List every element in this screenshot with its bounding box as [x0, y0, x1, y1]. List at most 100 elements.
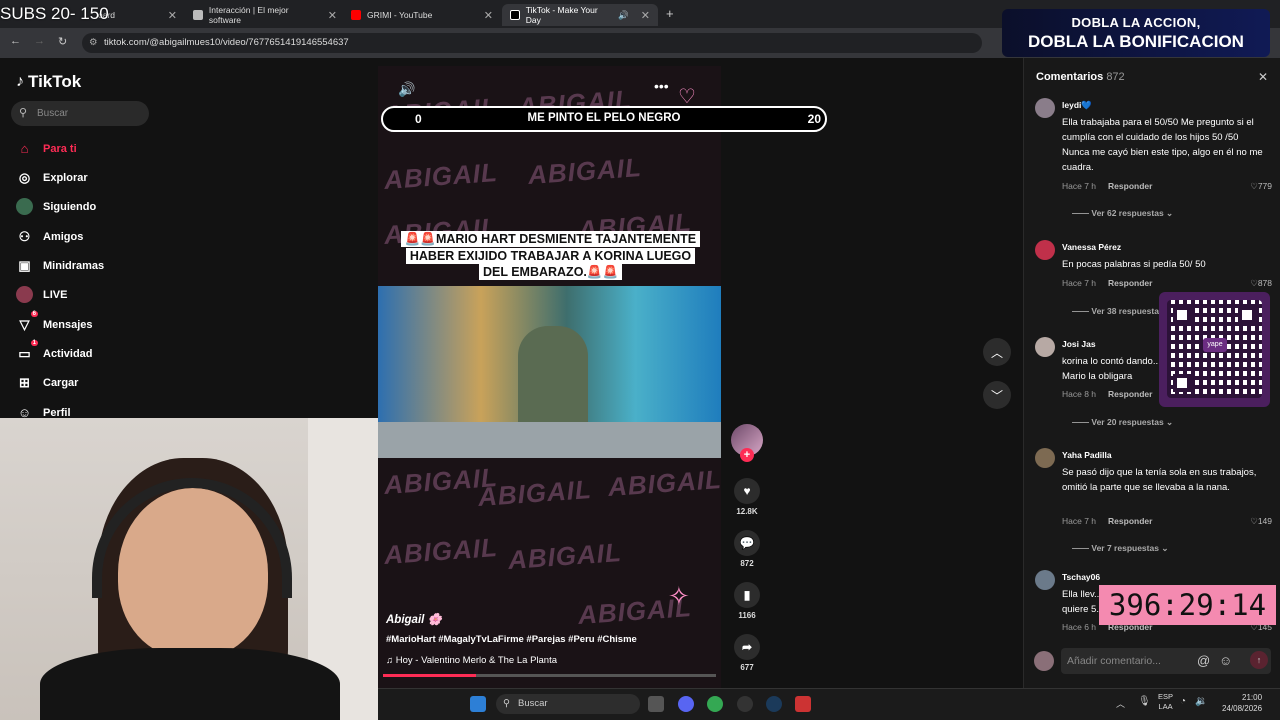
sidebar-item-actividad[interactable]: ▭ 1 Actividad [16, 340, 93, 362]
watermark-text: ABIGAIL [527, 152, 643, 190]
comments-header: Comentarios 872 [1036, 71, 1125, 83]
sidebar-item-cargar[interactable]: ⊞ Cargar [16, 374, 78, 391]
sidebar-item-label: Actividad [43, 347, 93, 360]
comment-user[interactable]: Yaha Padilla [1062, 450, 1112, 460]
webcam-overlay [0, 418, 378, 720]
previous-video-button[interactable]: ︿ [983, 338, 1011, 366]
keyboard-layout: LAA [1158, 702, 1173, 711]
like-button[interactable]: ♥ 12.8K [733, 478, 761, 516]
discord-icon[interactable] [678, 696, 694, 712]
reply-button[interactable]: Responder [1108, 278, 1152, 288]
replies-label: Ver 38 respuestas [1091, 306, 1164, 316]
volume-tray-icon[interactable]: 🔉 [1195, 696, 1207, 707]
share-count: 677 [740, 663, 754, 672]
next-video-button[interactable]: ﹀ [983, 381, 1011, 409]
youtube-favicon-icon [351, 10, 361, 20]
view-replies-button[interactable]: —— Ver 38 respuestas ⌄ [1072, 306, 1173, 317]
view-replies-button[interactable]: —— Ver 20 respuestas ⌄ [1072, 417, 1173, 428]
comment-likes[interactable]: ♡878 [1250, 278, 1272, 289]
comment-likes[interactable]: ♡779 [1250, 181, 1272, 192]
sidebar-item-live[interactable]: LIVE [16, 286, 67, 303]
taskbar-clock[interactable]: 21:00 24/08/2026 [1222, 692, 1262, 714]
sidebar-item-amigos[interactable]: ⚇ Amigos [16, 228, 84, 245]
search-input[interactable]: ⚲ Buscar [11, 101, 149, 126]
back-icon[interactable]: ← [10, 35, 21, 47]
comment-user[interactable]: leydi💙 [1062, 100, 1092, 111]
tab-youtube[interactable]: GRIMI - YouTube ✕ [343, 4, 501, 26]
tiktok-logo[interactable]: ♪ TikTok [16, 72, 81, 92]
avatar[interactable] [1035, 240, 1055, 260]
replies-label: Ver 20 respuestas [1091, 417, 1164, 427]
close-icon[interactable]: ✕ [1258, 70, 1268, 84]
tab-tiktok[interactable]: TikTok - Make Your Day 🔊 ✕ [502, 4, 658, 26]
language-indicator[interactable]: ESP LAA [1158, 692, 1173, 712]
emoji-icon[interactable]: ☺ [1219, 648, 1232, 674]
windows-start-icon[interactable] [470, 696, 486, 712]
video-music[interactable]: ♫ Hoy - Valentino Merlo & The La Planta [386, 655, 557, 666]
task-view-icon[interactable] [648, 696, 664, 712]
qr-finder-pattern [1238, 306, 1256, 324]
close-icon[interactable]: ✕ [328, 9, 337, 22]
comment-user[interactable]: Vanessa Pérez [1062, 242, 1121, 252]
taskbar-search[interactable]: ⚲ Buscar [496, 694, 640, 714]
sidebar-item-para-ti[interactable]: ⌂ Para ti [16, 140, 77, 157]
avatar[interactable] [1035, 98, 1055, 118]
watermark-text: ABIGAIL [383, 532, 499, 570]
avatar[interactable] [1035, 337, 1055, 357]
mention-icon[interactable]: @ [1197, 648, 1210, 674]
video-author[interactable]: Abigail 🌸 [386, 612, 442, 626]
comment-user[interactable]: Josi Jas [1062, 339, 1096, 349]
reply-button[interactable]: Responder [1108, 389, 1152, 399]
reply-button[interactable]: Responder [1108, 516, 1152, 526]
comment-input[interactable]: Añadir comentario... @ ☺ [1061, 648, 1271, 674]
chrome-icon[interactable] [707, 696, 723, 712]
new-tab-icon[interactable]: + [666, 6, 674, 21]
clock-date: 24/08/2026 [1222, 704, 1263, 713]
comment-likes[interactable]: ♡149 [1250, 516, 1272, 527]
follow-plus-icon[interactable]: + [740, 448, 754, 462]
save-button[interactable]: ▮ 1166 [733, 582, 761, 620]
sidebar-item-siguiendo[interactable]: Siguiendo [16, 198, 96, 215]
speaker-icon[interactable]: 🔊 [618, 10, 629, 21]
tiktok-favicon-icon [510, 10, 520, 20]
comment-placeholder: Añadir comentario... [1067, 655, 1161, 667]
sidebar-item-mensajes[interactable]: ▽ 6 Mensajes [16, 311, 93, 333]
video-desk [378, 422, 721, 458]
video-hashtags[interactable]: #MarioHart #MagalyTvLaFirme #Parejas #Pe… [386, 634, 637, 645]
avatar[interactable] [1035, 570, 1055, 590]
reload-icon[interactable]: ↻ [58, 35, 67, 48]
microphone-icon[interactable]: 🎙 [1138, 696, 1151, 707]
avatar[interactable] [1035, 448, 1055, 468]
view-replies-button[interactable]: —— Ver 7 respuestas ⌄ [1072, 543, 1168, 554]
close-icon[interactable]: ✕ [484, 9, 493, 22]
forward-icon[interactable]: → [34, 35, 45, 47]
video-progress-bar[interactable] [383, 674, 716, 677]
comment-button[interactable]: 💬 872 [733, 530, 761, 568]
tab-interaccion[interactable]: Interacción | El mejor software ✕ [185, 4, 345, 26]
comment-user[interactable]: Tschay06 [1062, 572, 1100, 582]
url-field[interactable]: ⚙ tiktok.com/@abigailmues10/video/767765… [82, 33, 982, 53]
sidebar-item-explorar[interactable]: ◎ Explorar [16, 169, 88, 186]
view-replies-button[interactable]: —— Ver 62 respuestas ⌄ [1072, 208, 1173, 219]
steam-icon[interactable] [766, 696, 782, 712]
site-info-icon[interactable]: ⚙ [89, 33, 98, 53]
sidebar-item-minidramas[interactable]: ▣ Minidramas [16, 257, 104, 274]
close-icon[interactable]: ✕ [168, 9, 177, 22]
reply-button[interactable]: Responder [1108, 181, 1152, 191]
tab-favicon-icon [193, 10, 203, 20]
webcam-person-body [40, 648, 340, 720]
video-progress-fill [383, 674, 477, 677]
tray-chevron-icon[interactable]: ︿ [1116, 697, 1125, 710]
comment-time: Hace 7 h [1062, 278, 1097, 288]
subs-overlay: SUBS 20- 150 [0, 4, 109, 23]
volume-icon[interactable]: 🔊 [398, 81, 415, 98]
comment-time: Hace 8 h [1062, 389, 1097, 399]
obs-icon[interactable] [737, 696, 753, 712]
wifi-icon[interactable]: ◔ [1180, 696, 1186, 707]
send-comment-button[interactable]: ↑ [1250, 651, 1268, 669]
app-icon[interactable] [795, 696, 811, 712]
tab-label: TikTok - Make Your Day [525, 5, 598, 25]
close-icon[interactable]: ✕ [641, 9, 650, 22]
share-button[interactable]: ➦ 677 [733, 634, 761, 672]
more-options-icon[interactable]: ••• [654, 78, 669, 94]
